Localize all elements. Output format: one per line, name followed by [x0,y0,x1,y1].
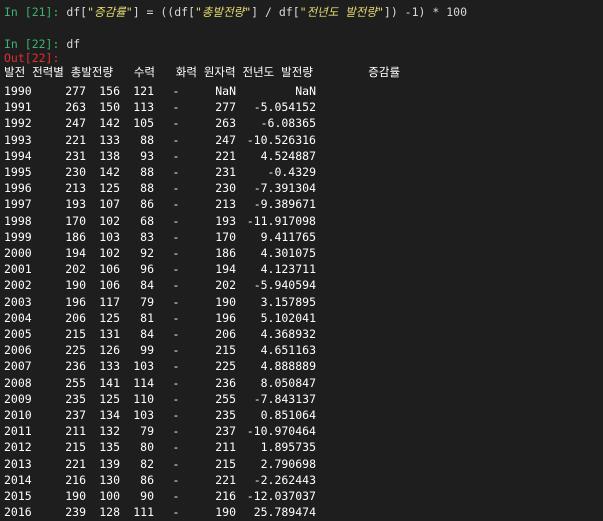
previous-year-cell: 190 [215,505,236,520]
hydro-cell: 128 [99,505,120,520]
code-text: df[ [59,5,88,19]
year-cell: 2016 [4,505,32,520]
nuclear-cell: - [172,505,180,520]
change-rate-cell: 25.789474 [253,505,316,520]
thermal-cell: 111 [133,505,154,520]
input-prompt: In [22]: [4,37,60,51]
code-text: df [59,37,81,51]
number-literal: 100 [446,5,467,19]
string-literal: "증감률" [87,5,133,19]
total-generation-cell: 239 [65,505,86,520]
string-literal: "전년도 발전량" [299,5,384,19]
input-prompt: In [21]: [4,5,60,19]
code-text: ] / df[ [251,5,300,19]
table-header: 발전 전력별 총발전량 수력 화력 원자력 전년도 발전량 증감률 [4,65,401,79]
code-text: ]) -1) * [383,5,447,19]
code-cell-21[interactable]: In [21]: df["증감률"] = ((df["총발전량"] / df["… [4,4,467,20]
code-text: ] = ((df[ [132,5,195,19]
string-literal: "총발전량" [195,5,252,19]
